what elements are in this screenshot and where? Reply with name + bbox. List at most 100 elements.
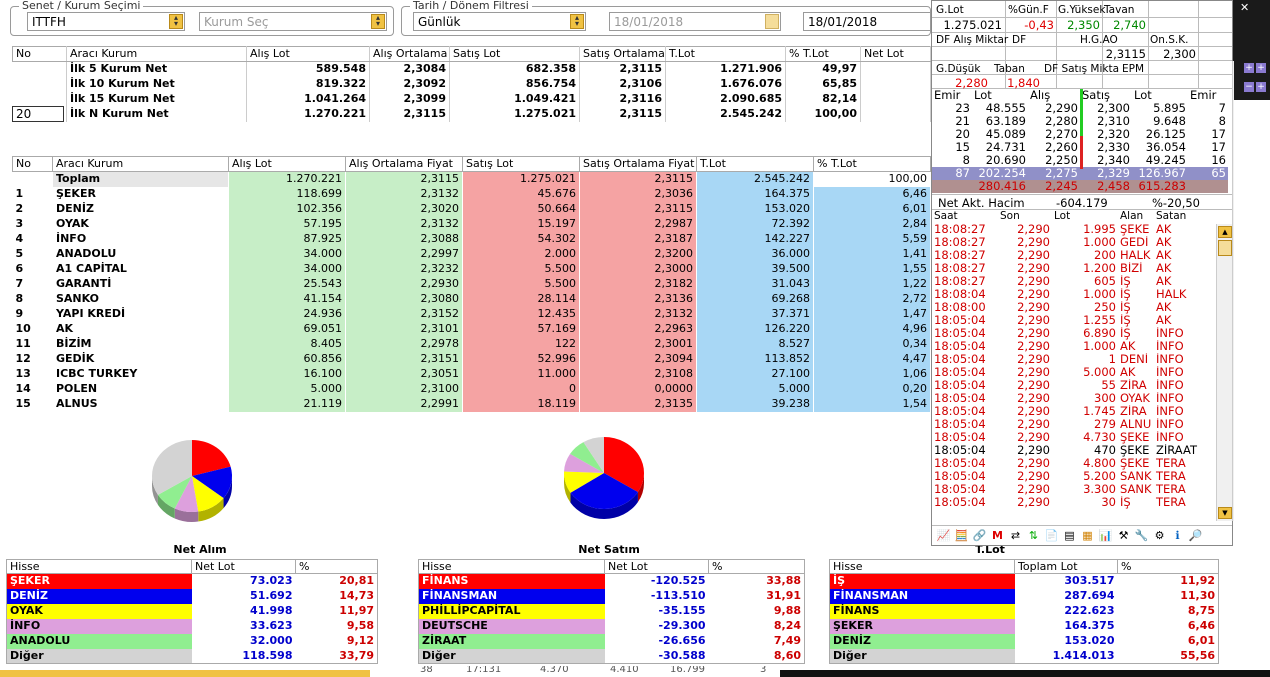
kurum-select[interactable]: Kurum Seç ▴ ▾: [199, 12, 387, 31]
trade-row[interactable]: 18:05:04 2,290 3.300 SANK TERA: [932, 483, 1216, 496]
summary-row[interactable]: İlk 10 Kurum Net 819.322 2,3092 856.754 2,31…: [12, 76, 931, 92]
table-row[interactable]: 4 İNFO 87.925 2,3088 54.302 2,3187 142.227 5,59: [12, 231, 931, 247]
table-icon[interactable]: ▤: [1062, 528, 1077, 543]
col-header[interactable]: No: [12, 156, 53, 172]
summary-row[interactable]: İlk N Kurum Net 1.270.221 2,3115 1.275.021 2…: [12, 106, 931, 122]
table-row[interactable]: 5 ANADOLU 34.000 2,2997 2.000 2,3200 36.000 1,4…: [12, 246, 931, 262]
close-icon[interactable]: ✕: [1240, 2, 1252, 14]
summary-row[interactable]: İlk 15 Kurum Net 1.041.264 2,3099 1.049.421…: [12, 91, 931, 107]
table-row[interactable]: İNFO 33.623 9,58: [6, 618, 378, 634]
trade-row[interactable]: 18:08:00 2,290 250 İŞ AK: [932, 301, 1216, 314]
table-row[interactable]: ŞEKER 73.023 20,81: [6, 573, 378, 589]
table-row[interactable]: 2 DENİZ 102.356 2,3020 50.664 2,3115 153.020 6,…: [12, 201, 931, 217]
trade-row[interactable]: 18:05:04 2,290 1.255 İŞ AK: [932, 314, 1216, 327]
table-row[interactable]: 7 GARANTİ 25.543 2,2930 5.500 2,3182 31.043 1,2…: [12, 276, 931, 292]
search-icon[interactable]: 🔎: [1188, 528, 1203, 543]
trade-row[interactable]: 18:05:04 2,290 300 OYAK İNFO: [932, 392, 1216, 405]
trade-row[interactable]: 18:05:04 2,290 4.730 ŞEKE İNFO: [932, 431, 1216, 444]
period-select[interactable]: Günlük ▴ ▾: [413, 12, 586, 31]
table-row[interactable]: İŞ 303.517 11,92: [829, 573, 1219, 589]
table-row[interactable]: FİNANSMAN -113.510 31,91: [418, 588, 805, 604]
grid-icon[interactable]: ▦: [1080, 528, 1095, 543]
table-row[interactable]: DENİZ 153.020 6,01: [829, 633, 1219, 649]
chart-line-icon[interactable]: 📈: [936, 528, 951, 543]
table-row[interactable]: Diğer 118.598 33,79: [6, 648, 378, 664]
table-row[interactable]: OYAK 41.998 11,97: [6, 603, 378, 619]
date-from-field[interactable]: 18/01/2018: [609, 12, 781, 31]
col-header[interactable]: No: [12, 46, 67, 62]
table-row[interactable]: FİNANSMAN 287.694 11,30: [829, 588, 1219, 604]
trade-row[interactable]: 18:05:04 2,290 30 İŞ TERA: [932, 496, 1216, 509]
col-header[interactable]: Toplam Lot: [1014, 559, 1118, 574]
trade-row[interactable]: 18:08:27 2,290 1.200 BİZİ AK: [932, 262, 1216, 275]
col-header[interactable]: Net Lot: [604, 559, 709, 574]
col-header[interactable]: Hisse: [418, 559, 605, 574]
tools-icon[interactable]: ⚒: [1116, 528, 1131, 543]
trade-row[interactable]: 18:05:04 2,290 470 ŞEKE ZİRAAT: [932, 444, 1216, 457]
col-header[interactable]: %: [295, 559, 378, 574]
table-row[interactable]: FİNANS 222.623 8,75: [829, 603, 1219, 619]
arrows-icon[interactable]: ⇄: [1008, 528, 1023, 543]
depth-row[interactable]: 280.416 2,245 2,458 615.283: [932, 180, 1228, 193]
trade-row[interactable]: 18:05:04 2,290 4.800 ŞEKE TERA: [932, 457, 1216, 470]
col-header[interactable]: Net Lot: [860, 46, 931, 62]
trade-row[interactable]: 18:05:04 2,290 1 DENİ İNFO: [932, 353, 1216, 366]
symbol-select[interactable]: ITTFH ▴ ▾: [27, 12, 185, 31]
wrench-icon[interactable]: 🔧: [1134, 528, 1149, 543]
trade-row[interactable]: 18:05:04 2,290 279 ALNU İNFO: [932, 418, 1216, 431]
scroll-down-icon[interactable]: ▼: [1218, 507, 1232, 519]
n-kurum-input[interactable]: 20: [12, 106, 64, 122]
col-header[interactable]: T.Lot: [696, 156, 814, 172]
col-header[interactable]: Hisse: [6, 559, 192, 574]
network-icon[interactable]: 🔗: [972, 528, 987, 543]
table-row[interactable]: 13 ICBC TURKEY 16.100 2,3051 11.000 2,3108 27.…: [12, 366, 931, 382]
trade-row[interactable]: 18:05:04 2,290 5.000 AK İNFO: [932, 366, 1216, 379]
col-header[interactable]: % T.Lot: [785, 46, 861, 62]
calculator-icon[interactable]: 🧮: [954, 528, 969, 543]
col-header[interactable]: Aracı Kurum: [52, 156, 229, 172]
col-header[interactable]: %: [1117, 559, 1219, 574]
trade-row[interactable]: 18:05:04 2,290 1.745 ZİRA İNFO: [932, 405, 1216, 418]
table-row[interactable]: 14 POLEN 5.000 2,3100 0 0,0000 5.000 0,20: [12, 381, 931, 397]
table-row[interactable]: 11 BİZİM 8.405 2,2978 122 2,3001 8.527 0,34: [12, 336, 931, 352]
col-header[interactable]: Alış Lot: [228, 156, 346, 172]
trade-row[interactable]: 18:08:27 2,290 1.000 GEDİ AK: [932, 236, 1216, 249]
trades-scrollbar[interactable]: [1216, 224, 1232, 521]
table-row[interactable]: DEUTSCHE -29.300 8,24: [418, 618, 805, 634]
col-header[interactable]: Satış Lot: [462, 156, 580, 172]
col-header[interactable]: Alış Ortalama Fiyat: [345, 156, 463, 172]
add-icon[interactable]: +: [1256, 63, 1266, 73]
table-row[interactable]: Diğer 1.414.013 55,56: [829, 648, 1219, 664]
document-icon[interactable]: 📄: [1044, 528, 1059, 543]
depth-scrollbar[interactable]: [1232, 61, 1234, 521]
trade-row[interactable]: 18:08:27 2,290 1.995 ŞEKE AK: [932, 223, 1216, 236]
total-row[interactable]: Toplam 1.270.221 2,3115 1.275.021 2,3115 2.54…: [12, 171, 931, 187]
table-row[interactable]: 12 GEDİK 60.856 2,3151 52.996 2,3094 113.852 4,…: [12, 351, 931, 367]
trade-row[interactable]: 18:05:04 2,290 1.000 AK İNFO: [932, 340, 1216, 353]
settings-icon[interactable]: ⚙: [1152, 528, 1167, 543]
bar-chart-icon[interactable]: 📊: [1098, 528, 1113, 543]
matriks-logo-icon[interactable]: M: [990, 528, 1005, 543]
col-header[interactable]: %: [708, 559, 805, 574]
table-row[interactable]: 10 AK 69.051 2,3101 57.169 2,2963 126.220 4,96: [12, 321, 931, 337]
summary-row[interactable]: İlk 5 Kurum Net 589.548 2,3084 682.358 2,311…: [12, 61, 931, 77]
col-header[interactable]: Aracı Kurum: [66, 46, 247, 62]
trade-row[interactable]: 18:08:27 2,290 605 İŞ AK: [932, 275, 1216, 288]
scroll-thumb[interactable]: [1218, 240, 1232, 256]
table-row[interactable]: 3 OYAK 57.195 2,3132 15.197 2,2987 72.392 2,84: [12, 216, 931, 232]
table-row[interactable]: DENİZ 51.692 14,73: [6, 588, 378, 604]
trade-row[interactable]: 18:08:27 2,290 200 HALK AK: [932, 249, 1216, 262]
remove-icon[interactable]: +: [1256, 82, 1266, 92]
info-icon[interactable]: ℹ: [1170, 528, 1185, 543]
col-header[interactable]: Satış Ortalama Fiyat: [579, 156, 697, 172]
date-to-field[interactable]: 18/01/2018: [803, 12, 931, 31]
up-down-icon[interactable]: ⇅: [1026, 528, 1041, 543]
table-row[interactable]: ANADOLU 32.000 9,12: [6, 633, 378, 649]
table-row[interactable]: 1 ŞEKER 118.699 2,3132 45.676 2,3036 164.375 6,…: [12, 186, 931, 202]
table-row[interactable]: PHİLLİPCAPİTAL -35.155 9,88: [418, 603, 805, 619]
table-row[interactable]: 6 A1 CAPİTAL 34.000 2,3232 5.500 2,3000 39.500…: [12, 261, 931, 277]
table-row[interactable]: 9 YAPI KREDİ 24.936 2,3152 12.435 2,3132 37.37…: [12, 306, 931, 322]
table-row[interactable]: FİNANS -120.525 33,88: [418, 573, 805, 589]
add-icon[interactable]: +: [1244, 63, 1254, 73]
trade-row[interactable]: 18:05:04 2,290 6.890 İŞ İNFO: [932, 327, 1216, 340]
